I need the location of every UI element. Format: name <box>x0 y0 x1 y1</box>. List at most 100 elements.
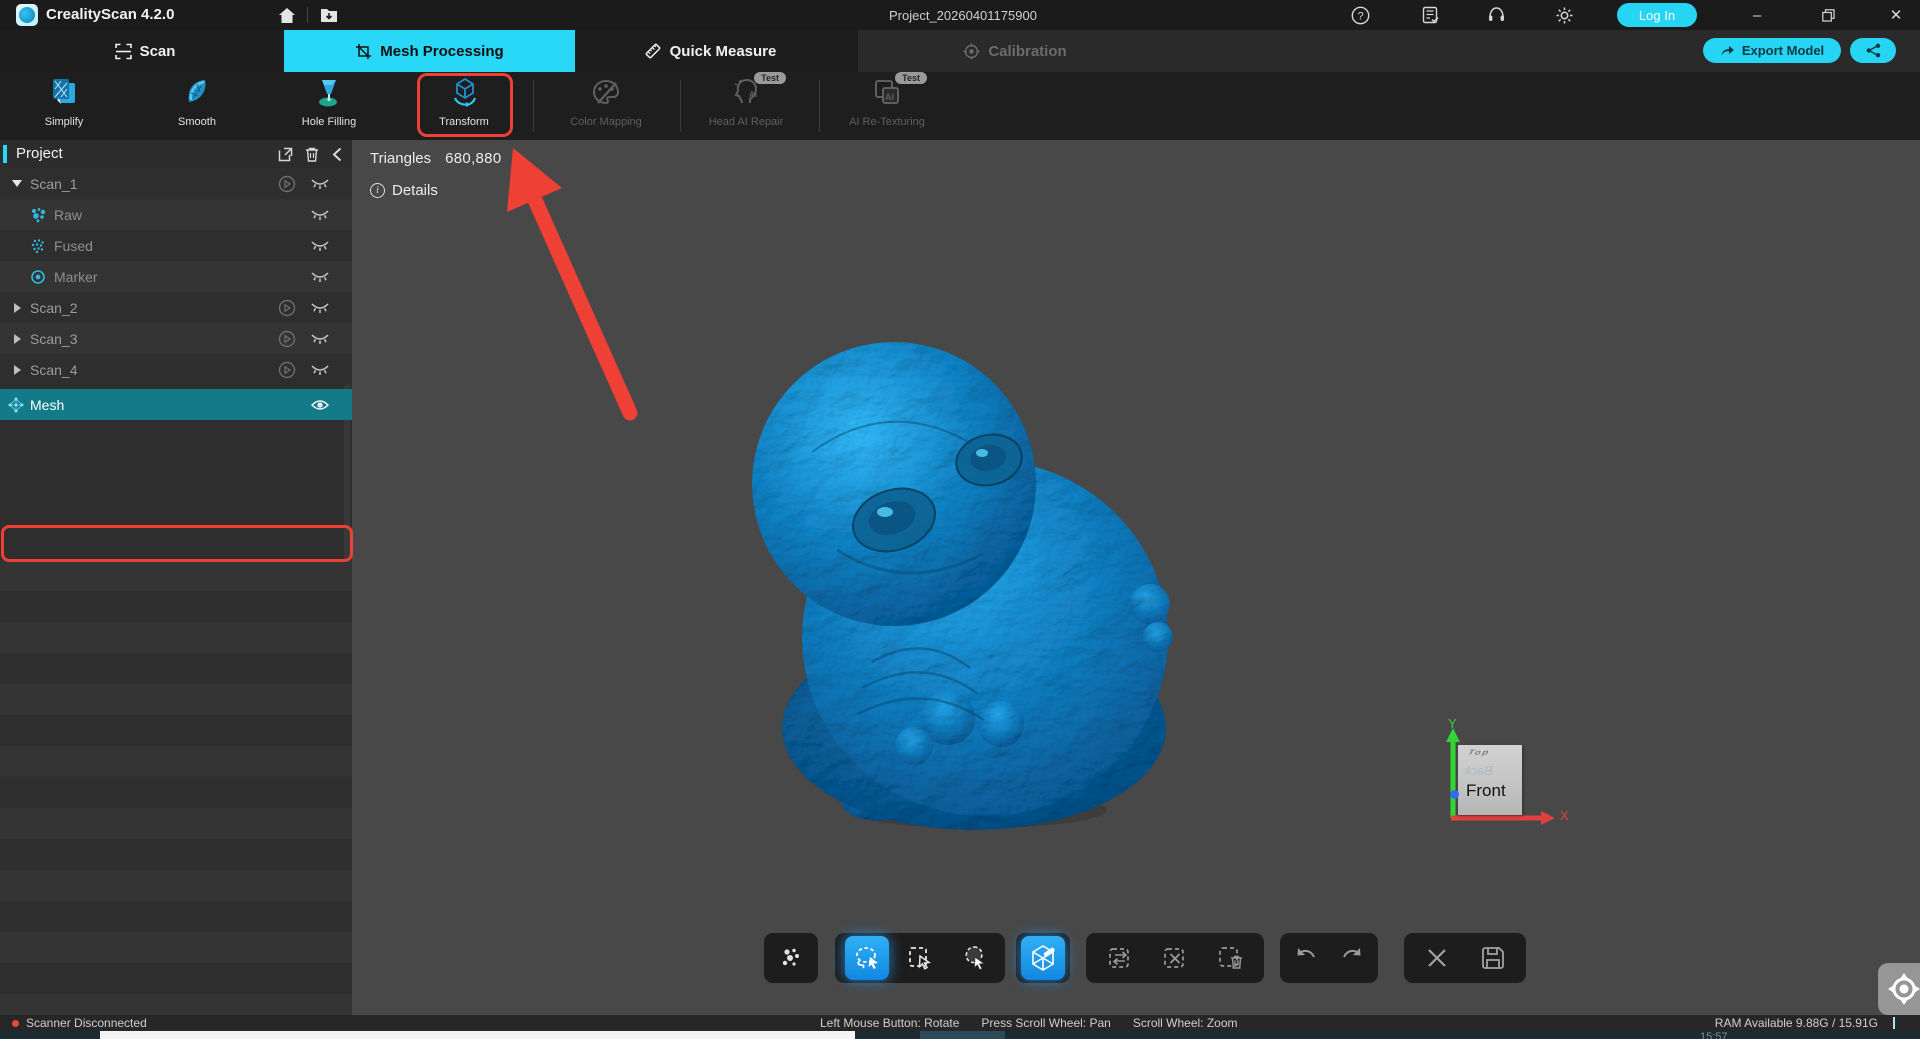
settings-icon[interactable] <box>1553 5 1575 25</box>
tab-quick-measure[interactable]: Quick Measure <box>595 30 825 72</box>
redo-icon[interactable] <box>1331 936 1375 980</box>
titlebar-separator <box>307 7 308 23</box>
brush-select-icon[interactable] <box>952 936 996 980</box>
tree-row-fused[interactable]: Fused <box>0 230 352 261</box>
sidebar-empty-rows <box>0 560 352 1015</box>
triangles-label: Triangles <box>370 150 431 167</box>
minimize-button[interactable]: – <box>1737 0 1777 30</box>
details-toggle[interactable]: i Details <box>370 182 438 199</box>
statusbar: Scanner Disconnected Left Mouse Button: … <box>0 1015 1920 1031</box>
tree-row-raw[interactable]: Raw <box>0 199 352 230</box>
triangle-count: Triangles680,880 <box>370 150 501 167</box>
caret-right-icon[interactable] <box>10 303 24 313</box>
panel-resize-handle[interactable] <box>1893 1017 1895 1029</box>
tab-scan[interactable]: Scan <box>70 30 220 72</box>
visibility-off-icon[interactable] <box>310 177 330 190</box>
undo-icon[interactable] <box>1283 936 1327 980</box>
svg-text:?: ? <box>1357 10 1363 22</box>
delete-project-icon[interactable] <box>303 146 321 162</box>
tree-row-scan3[interactable]: Scan_3 <box>0 323 352 354</box>
background-window-strip: 15:57 <box>0 1031 1920 1039</box>
gizmo-back-label: Back <box>1464 763 1493 778</box>
scanner-status-dot <box>12 1020 19 1027</box>
ribbon-separator <box>819 80 820 132</box>
svg-text:AI: AI <box>749 90 757 99</box>
play-icon[interactable] <box>278 330 296 348</box>
delete-selection-icon[interactable] <box>1209 936 1253 980</box>
viewport-3d[interactable]: Triangles680,880 i Details <box>352 140 1920 1015</box>
tabbar: Scan Mesh Processing Quick Measure Calib… <box>0 30 1920 72</box>
headset-icon[interactable] <box>1485 5 1507 25</box>
login-button[interactable]: Log In <box>1617 3 1697 27</box>
caret-right-icon[interactable] <box>10 365 24 375</box>
export-project-icon[interactable] <box>276 146 294 162</box>
ribbon-separator <box>533 80 534 132</box>
background-window-fragment <box>100 1031 855 1039</box>
app-title: CrealityScan 4.2.0 <box>46 6 174 23</box>
play-icon[interactable] <box>278 299 296 317</box>
tool-simplify[interactable]: Simplify <box>14 74 114 138</box>
restore-button[interactable] <box>1808 0 1848 30</box>
orientation-gizmo[interactable]: Y Top Back Front X <box>1408 718 1568 878</box>
tree-row-marker[interactable]: Marker <box>0 261 352 292</box>
toolbar-group-history <box>1280 933 1378 983</box>
project-panel-header: Project <box>0 140 352 168</box>
visibility-off-icon[interactable] <box>310 239 330 252</box>
tree-row-mesh[interactable]: Mesh <box>0 389 352 420</box>
marker-icon <box>30 269 46 285</box>
play-icon[interactable] <box>278 361 296 379</box>
toolbar-group-display <box>764 933 818 983</box>
gizmo-front-label: Front <box>1466 781 1506 801</box>
toolbar-group-select <box>835 933 1005 983</box>
caret-down-icon[interactable] <box>10 180 24 187</box>
gizmo-top-label: Top <box>1466 749 1493 757</box>
share-button[interactable] <box>1850 38 1896 63</box>
tree-row-scan2[interactable]: Scan_2 <box>0 292 352 323</box>
caret-right-icon[interactable] <box>10 334 24 344</box>
gizmo-cube[interactable]: Top Back Front <box>1458 745 1522 815</box>
color-mapping-icon <box>590 76 622 110</box>
project-panel: Project Scan_1 <box>0 140 352 1015</box>
help-icon[interactable]: ? <box>1349 5 1371 25</box>
visibility-on-icon[interactable] <box>310 398 330 412</box>
save-icon[interactable] <box>1471 936 1515 980</box>
project-name: Project_20260401175900 <box>889 8 1037 23</box>
open-project-icon[interactable] <box>318 5 340 25</box>
tool-transform[interactable]: Transform <box>414 74 514 138</box>
tool-color-mapping: Color Mapping <box>556 74 656 138</box>
play-icon[interactable] <box>278 175 296 193</box>
visibility-off-icon[interactable] <box>310 301 330 314</box>
visibility-off-icon[interactable] <box>310 332 330 345</box>
ai-retexturing-icon: AI Test <box>871 76 903 110</box>
hole-filling-icon <box>313 76 345 110</box>
home-icon[interactable] <box>276 5 298 25</box>
titlebar: CrealityScan 4.2.0 Project_2026040117590… <box>0 0 1920 30</box>
tool-smooth[interactable]: Smooth <box>147 74 247 138</box>
point-cloud-icon <box>30 207 46 223</box>
visibility-off-icon[interactable] <box>310 363 330 376</box>
export-model-button[interactable]: Export Model <box>1703 38 1841 63</box>
toolbar-group-confirm <box>1404 933 1526 983</box>
orbit-view-button[interactable] <box>1878 963 1920 1015</box>
visibility-off-icon[interactable] <box>310 208 330 221</box>
tab-mesh-processing[interactable]: Mesh Processing <box>284 30 575 72</box>
feedback-icon[interactable] <box>1419 5 1441 25</box>
cancel-icon[interactable] <box>1415 936 1459 980</box>
taskbar-clock-partial: 15:57 <box>1700 1031 1728 1039</box>
svg-text:AI: AI <box>885 92 894 102</box>
visibility-off-icon[interactable] <box>310 270 330 283</box>
lasso-select-icon[interactable] <box>845 936 889 980</box>
point-cloud-display-icon[interactable] <box>769 936 813 980</box>
tree-row-scan1[interactable]: Scan_1 <box>0 168 352 199</box>
close-button[interactable]: ✕ <box>1876 0 1916 30</box>
collapse-panel-icon[interactable] <box>328 146 346 162</box>
rect-select-icon[interactable] <box>898 936 942 980</box>
tree-row-scan4[interactable]: Scan_4 <box>0 354 352 385</box>
invert-selection-icon[interactable] <box>1098 936 1142 980</box>
scanner-status: Scanner Disconnected <box>26 1016 147 1030</box>
owl-model-3d[interactable] <box>737 332 1187 832</box>
mesh-crop-icon <box>355 43 372 60</box>
deselect-icon[interactable] <box>1153 936 1197 980</box>
tool-hole-filling[interactable]: Hole Filling <box>279 74 379 138</box>
xray-cube-icon[interactable] <box>1021 936 1065 980</box>
